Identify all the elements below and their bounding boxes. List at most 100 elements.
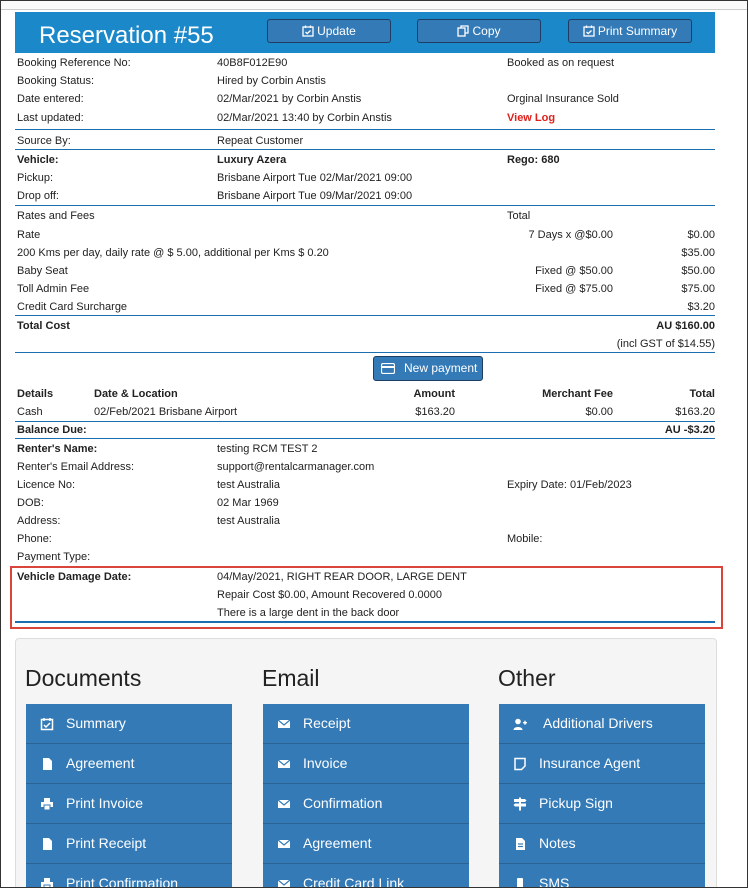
email-receipt-button[interactable]: Receipt [263,704,469,744]
new-payment-button[interactable]: New payment [373,356,483,381]
email-invoice-button[interactable]: Invoice [263,744,469,784]
balance-label: Balance Due: [17,424,87,436]
col-details: Details [17,388,54,400]
renter-email-value: support@rentalcarmanager.com [217,461,375,473]
print-receipt-button[interactable]: Print Receipt [26,824,232,864]
summary-label: Summary [66,715,126,731]
payment-total: $163.20 [675,406,715,418]
email-heading: Email [262,665,320,691]
envelope-icon [277,799,291,808]
additional-drivers-button[interactable]: Additional Drivers [499,704,705,744]
rate-name: Rate [17,229,41,241]
email-confirmation-button[interactable]: Confirmation [263,784,469,824]
page-title: Reservation #55 [39,22,214,49]
email-credit-card-link-button[interactable]: Credit Card Link [263,864,469,888]
print-confirmation-button[interactable]: Print Confirmation [26,864,232,888]
phone-label: Phone: [17,533,52,545]
renter-name-row: Renter's Name: testing RCM TEST 2 [17,440,715,458]
calendar-check-icon [583,25,595,37]
printer-icon [41,878,53,887]
rate-amount: $0.00 [687,229,715,241]
pickup-value: Brisbane Airport Tue 02/Mar/2021 09:00 [217,172,413,184]
view-log-link[interactable]: View Log [507,109,555,127]
print-confirmation-label: Print Confirmation [66,875,179,888]
summary-button[interactable]: Summary [26,704,232,744]
payments-header-row: Details Date & Location Amount Merchant … [17,385,715,403]
divider [15,129,715,130]
print-summary-label: Print Summary [597,24,678,38]
payment-amount: $163.20 [415,406,455,418]
envelope-icon [277,719,291,728]
payment-type-label: Payment Type: [17,551,91,563]
update-button[interactable]: Update [267,19,391,43]
other-heading: Other [498,665,556,691]
calendar-check-icon [40,718,54,731]
rates-heading-row: Rates and Fees Total [17,207,715,225]
renter-name-label: Renter's Name: [17,443,98,455]
address-label: Address: [17,515,61,527]
source-row: Source By: Repeat Customer [17,132,715,150]
last-updated-label: Last updated: [17,112,84,124]
print-invoice-label: Print Invoice [66,795,144,811]
email-confirmation-label: Confirmation [303,795,383,811]
payment-type-row: Payment Type: [17,548,715,566]
insurance-agent-button[interactable]: Insurance Agent [499,744,705,784]
documents-heading: Documents [25,665,142,691]
address-value: test Australia [217,515,280,527]
insurance-agent-label: Insurance Agent [539,755,641,771]
printer-icon [41,798,53,811]
rate-name: Baby Seat [17,265,68,277]
agreement-label: Agreement [66,755,135,771]
renter-name-value: testing RCM TEST 2 [217,443,318,455]
table-row: Cash 02/Feb/2021 Brisbane Airport $163.2… [17,403,715,421]
copy-button[interactable]: Copy [417,19,541,43]
copy-label: Copy [472,24,501,38]
print-summary-button[interactable]: Print Summary [568,19,692,43]
rego-value: Rego: 680 [507,154,560,166]
total-cost-value: AU $160.00 [656,320,715,332]
col-amount: Amount [413,388,455,400]
email-agreement-label: Agreement [303,835,372,851]
rate-calc: Fixed @ $75.00 [535,283,613,295]
mobile-icon [517,878,523,887]
rate-row: Baby Seat Fixed @ $50.00 $50.00 [17,262,715,280]
print-invoice-button[interactable]: Print Invoice [26,784,232,824]
payment-merchant-fee: $0.00 [585,406,613,418]
notes-label: Notes [539,835,576,851]
damage-highlight-box [10,566,723,629]
agreement-button[interactable]: Agreement [26,744,232,784]
divider [15,438,715,439]
notes-button[interactable]: Notes [499,824,705,864]
dropoff-value: Brisbane Airport Tue 09/Mar/2021 09:00 [217,190,413,202]
expiry-date: Expiry Date: 01/Feb/2023 [507,479,632,491]
dob-value: 02 Mar 1969 [217,497,279,509]
payment-details: Cash [17,406,43,418]
credit-card-icon [381,363,395,374]
date-entered-label: Date entered: [17,93,84,105]
top-strip [1,1,747,10]
total-cost-label: Total Cost [17,320,70,332]
email-credit-card-link-label: Credit Card Link [303,875,405,888]
mobile-label: Mobile: [507,533,543,545]
rate-row: Toll Admin Fee Fixed @ $75.00 $75.00 [17,280,715,298]
dropoff-row: Drop off: Brisbane Airport Tue 09/Mar/20… [17,187,715,205]
rate-name: Toll Admin Fee [17,283,90,295]
new-payment-label: New payment [404,361,478,375]
sms-button[interactable]: SMS [499,864,705,887]
print-receipt-label: Print Receipt [66,835,147,851]
licence-value: test Australia [217,479,280,491]
pickup-sign-button[interactable]: Pickup Sign [499,784,705,824]
file-icon [43,838,52,850]
rate-row: Rate 7 Days x @$0.00 $0.00 [17,226,715,244]
envelope-icon [277,759,291,768]
rates-heading: Rates and Fees [17,210,95,222]
pickup-row: Pickup: Brisbane Airport Tue 02/Mar/2021… [17,169,715,187]
divider [15,149,715,150]
col-date-location: Date & Location [94,388,178,400]
file-text-icon [516,838,525,850]
copy-icon [457,25,470,37]
divider [15,205,715,206]
source-value: Repeat Customer [217,135,304,147]
email-agreement-button[interactable]: Agreement [263,824,469,864]
signpost-icon [513,797,527,811]
